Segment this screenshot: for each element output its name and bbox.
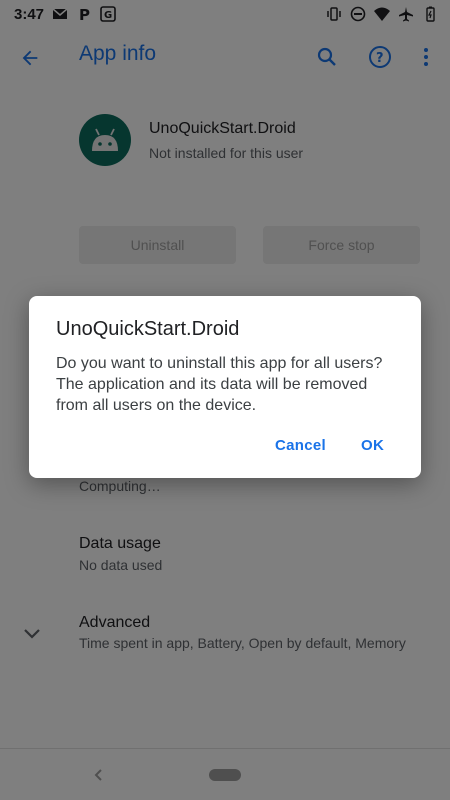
dialog-message: Do you want to uninstall this app for al… <box>56 355 383 414</box>
dialog-title: UnoQuickStart.Droid <box>56 318 240 340</box>
app-info-screen: 3:47 P G <box>0 0 450 800</box>
ok-button[interactable]: OK <box>361 437 384 454</box>
uninstall-dialog: UnoQuickStart.Droid Do you want to unins… <box>29 296 421 478</box>
cancel-button[interactable]: Cancel <box>275 437 326 454</box>
